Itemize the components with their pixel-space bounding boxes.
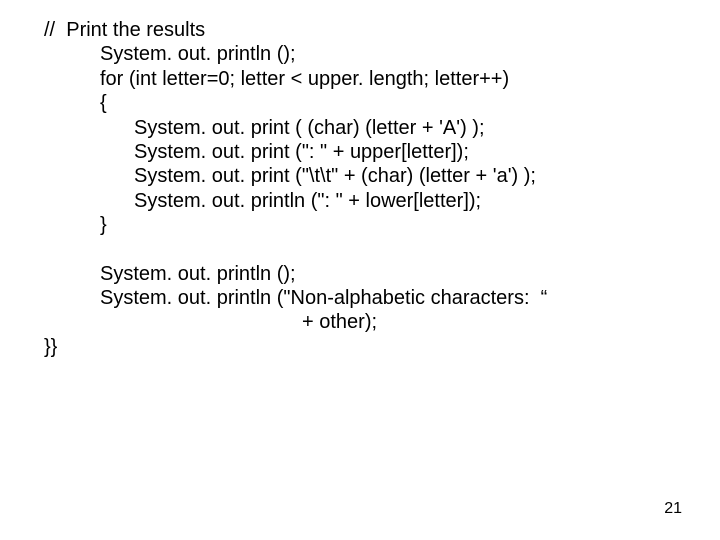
code-line: for (int letter=0; letter < upper. lengt… <box>0 67 720 91</box>
code-line: // Print the results <box>0 18 720 42</box>
code-line: System. out. print ("\t\t" + (char) (let… <box>0 164 720 188</box>
code-line: + other); <box>0 310 720 334</box>
code-line: System. out. println (); <box>0 262 720 286</box>
blank-line <box>0 238 720 262</box>
slide: // Print the results System. out. printl… <box>0 0 720 540</box>
code-line: System. out. println ("Non-alphabetic ch… <box>0 286 720 310</box>
code-line: } <box>0 213 720 237</box>
code-line: System. out. print (": " + upper[letter]… <box>0 140 720 164</box>
page-number: 21 <box>664 500 682 518</box>
code-line: System. out. println (); <box>0 42 720 66</box>
code-line: { <box>0 91 720 115</box>
code-line: System. out. println (": " + lower[lette… <box>0 189 720 213</box>
code-line: System. out. print ( (char) (letter + 'A… <box>0 116 720 140</box>
code-line: }} <box>0 335 720 359</box>
